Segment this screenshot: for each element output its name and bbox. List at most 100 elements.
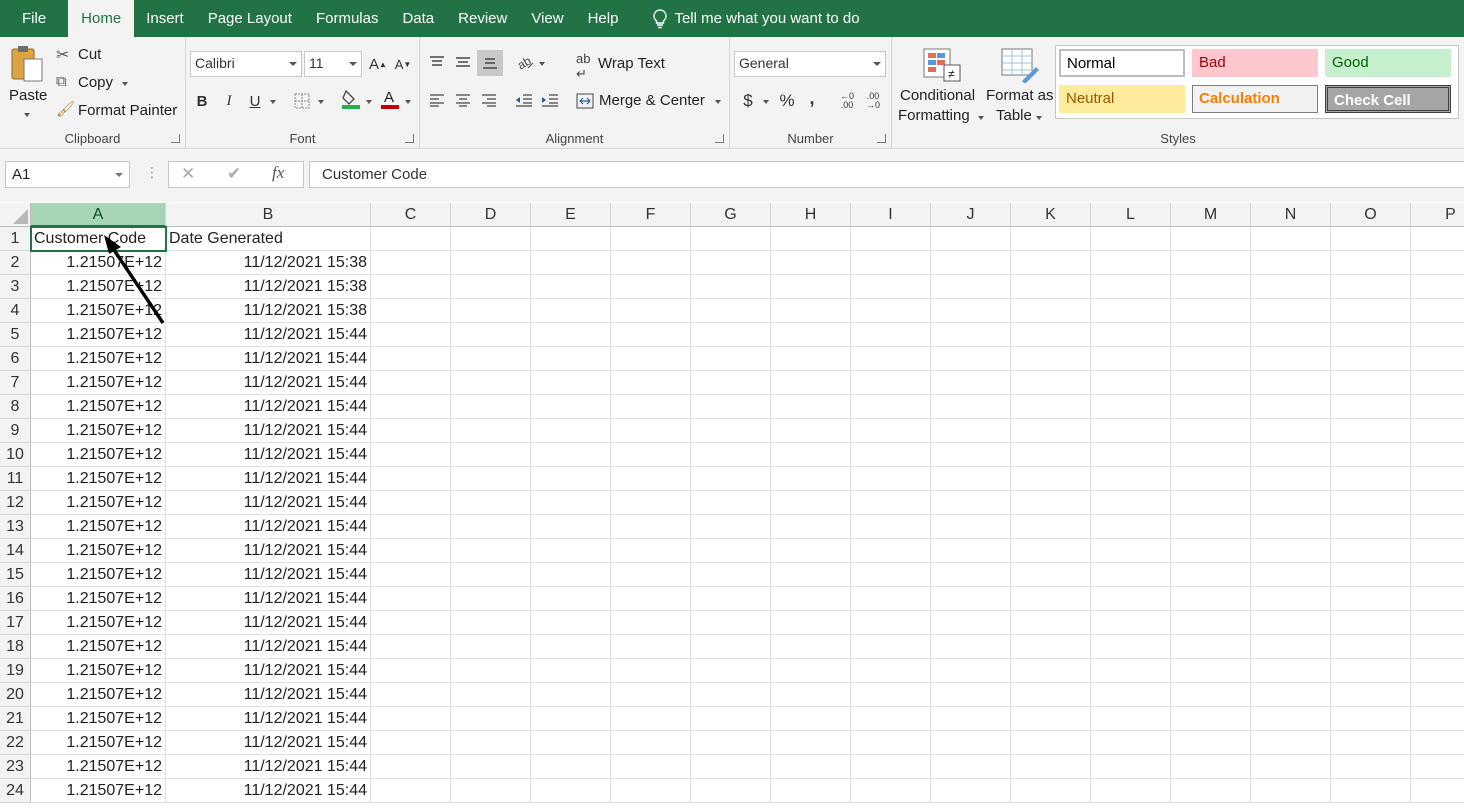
empty-cell[interactable] — [611, 491, 691, 515]
empty-cell[interactable] — [1011, 683, 1091, 707]
empty-cell[interactable] — [1411, 611, 1464, 635]
empty-cell[interactable] — [371, 419, 451, 443]
column-header-c[interactable]: C — [371, 203, 451, 227]
empty-cell[interactable] — [1011, 635, 1091, 659]
empty-cell[interactable] — [1011, 251, 1091, 275]
empty-cell[interactable] — [691, 563, 771, 587]
empty-cell[interactable] — [771, 611, 851, 635]
empty-cell[interactable] — [371, 227, 451, 251]
empty-cell[interactable] — [851, 563, 931, 587]
empty-cell[interactable] — [1251, 539, 1331, 563]
empty-cell[interactable] — [451, 323, 531, 347]
empty-cell[interactable] — [1331, 515, 1411, 539]
empty-cell[interactable] — [1011, 491, 1091, 515]
empty-cell[interactable] — [1251, 467, 1331, 491]
empty-cell[interactable] — [1411, 443, 1464, 467]
cell-date-generated[interactable]: 11/12/2021 15:44 — [166, 611, 371, 635]
cell-customer-code[interactable]: 1.21507E+12 — [31, 659, 166, 683]
empty-cell[interactable] — [771, 515, 851, 539]
empty-cell[interactable] — [1171, 443, 1251, 467]
number-format-dropdown[interactable]: General — [734, 51, 886, 77]
empty-cell[interactable] — [851, 227, 931, 251]
empty-cell[interactable] — [931, 635, 1011, 659]
empty-cell[interactable] — [851, 419, 931, 443]
empty-cell[interactable] — [1091, 587, 1171, 611]
tab-page-layout[interactable]: Page Layout — [196, 0, 304, 37]
cell-customer-code[interactable]: 1.21507E+12 — [31, 563, 166, 587]
empty-cell[interactable] — [451, 779, 531, 803]
empty-cell[interactable] — [611, 755, 691, 779]
empty-cell[interactable] — [691, 347, 771, 371]
empty-cell[interactable] — [451, 299, 531, 323]
empty-cell[interactable] — [1251, 755, 1331, 779]
underline-button[interactable]: U — [244, 90, 266, 112]
empty-cell[interactable] — [931, 755, 1011, 779]
number-launcher-icon[interactable] — [877, 134, 886, 143]
empty-cell[interactable] — [1331, 731, 1411, 755]
row-header[interactable]: 24 — [0, 779, 31, 803]
row-header[interactable]: 15 — [0, 563, 31, 587]
empty-cell[interactable] — [851, 611, 931, 635]
empty-cell[interactable] — [371, 563, 451, 587]
decrease-decimal-icon[interactable]: .00 →0 — [862, 90, 884, 112]
empty-cell[interactable] — [1331, 467, 1411, 491]
empty-cell[interactable] — [931, 371, 1011, 395]
empty-cell[interactable] — [451, 251, 531, 275]
empty-cell[interactable] — [531, 539, 611, 563]
empty-cell[interactable] — [1331, 635, 1411, 659]
increase-decimal-icon[interactable]: ←0.00 — [836, 90, 858, 112]
empty-cell[interactable] — [851, 707, 931, 731]
empty-cell[interactable] — [1091, 371, 1171, 395]
font-color-dropdown-icon[interactable] — [405, 100, 411, 104]
currency-button[interactable]: $ — [737, 90, 759, 112]
empty-cell[interactable] — [1331, 299, 1411, 323]
empty-cell[interactable] — [1411, 731, 1464, 755]
bold-button[interactable]: B — [191, 90, 213, 112]
empty-cell[interactable] — [451, 275, 531, 299]
empty-cell[interactable] — [931, 275, 1011, 299]
empty-cell[interactable] — [371, 515, 451, 539]
row-header[interactable]: 2 — [0, 251, 31, 275]
column-header-p[interactable]: P — [1411, 203, 1464, 227]
empty-cell[interactable] — [771, 539, 851, 563]
empty-cell[interactable] — [1011, 755, 1091, 779]
column-header-n[interactable]: N — [1251, 203, 1331, 227]
empty-cell[interactable] — [531, 275, 611, 299]
tab-file[interactable]: File — [0, 0, 68, 37]
align-left-icon[interactable] — [426, 89, 448, 111]
cell-date-generated[interactable]: 11/12/2021 15:44 — [166, 467, 371, 491]
row-header[interactable]: 17 — [0, 611, 31, 635]
empty-cell[interactable] — [1011, 587, 1091, 611]
fill-color-icon[interactable] — [340, 88, 362, 110]
empty-cell[interactable] — [1091, 443, 1171, 467]
empty-cell[interactable] — [691, 395, 771, 419]
empty-cell[interactable] — [1251, 779, 1331, 803]
empty-cell[interactable] — [851, 515, 931, 539]
empty-cell[interactable] — [931, 731, 1011, 755]
empty-cell[interactable] — [1251, 227, 1331, 251]
empty-cell[interactable] — [531, 707, 611, 731]
style-normal[interactable]: Normal — [1059, 49, 1185, 77]
empty-cell[interactable] — [691, 299, 771, 323]
empty-cell[interactable] — [611, 443, 691, 467]
empty-cell[interactable] — [1331, 683, 1411, 707]
empty-cell[interactable] — [1411, 395, 1464, 419]
style-check-cell[interactable]: Check Cell — [1325, 85, 1451, 113]
empty-cell[interactable] — [1251, 587, 1331, 611]
row-header[interactable]: 20 — [0, 683, 31, 707]
empty-cell[interactable] — [451, 227, 531, 251]
empty-cell[interactable] — [1411, 419, 1464, 443]
cell-customer-code[interactable]: 1.21507E+12 — [31, 515, 166, 539]
empty-cell[interactable] — [771, 395, 851, 419]
style-bad[interactable]: Bad — [1192, 49, 1318, 77]
empty-cell[interactable] — [1331, 227, 1411, 251]
align-top-icon[interactable] — [426, 51, 448, 73]
empty-cell[interactable] — [531, 251, 611, 275]
empty-cell[interactable] — [531, 323, 611, 347]
empty-cell[interactable] — [851, 323, 931, 347]
empty-cell[interactable] — [371, 611, 451, 635]
empty-cell[interactable] — [691, 467, 771, 491]
empty-cell[interactable] — [1011, 707, 1091, 731]
empty-cell[interactable] — [691, 635, 771, 659]
conditional-formatting-button[interactable]: ≠ Conditional Formatting — [896, 47, 984, 127]
